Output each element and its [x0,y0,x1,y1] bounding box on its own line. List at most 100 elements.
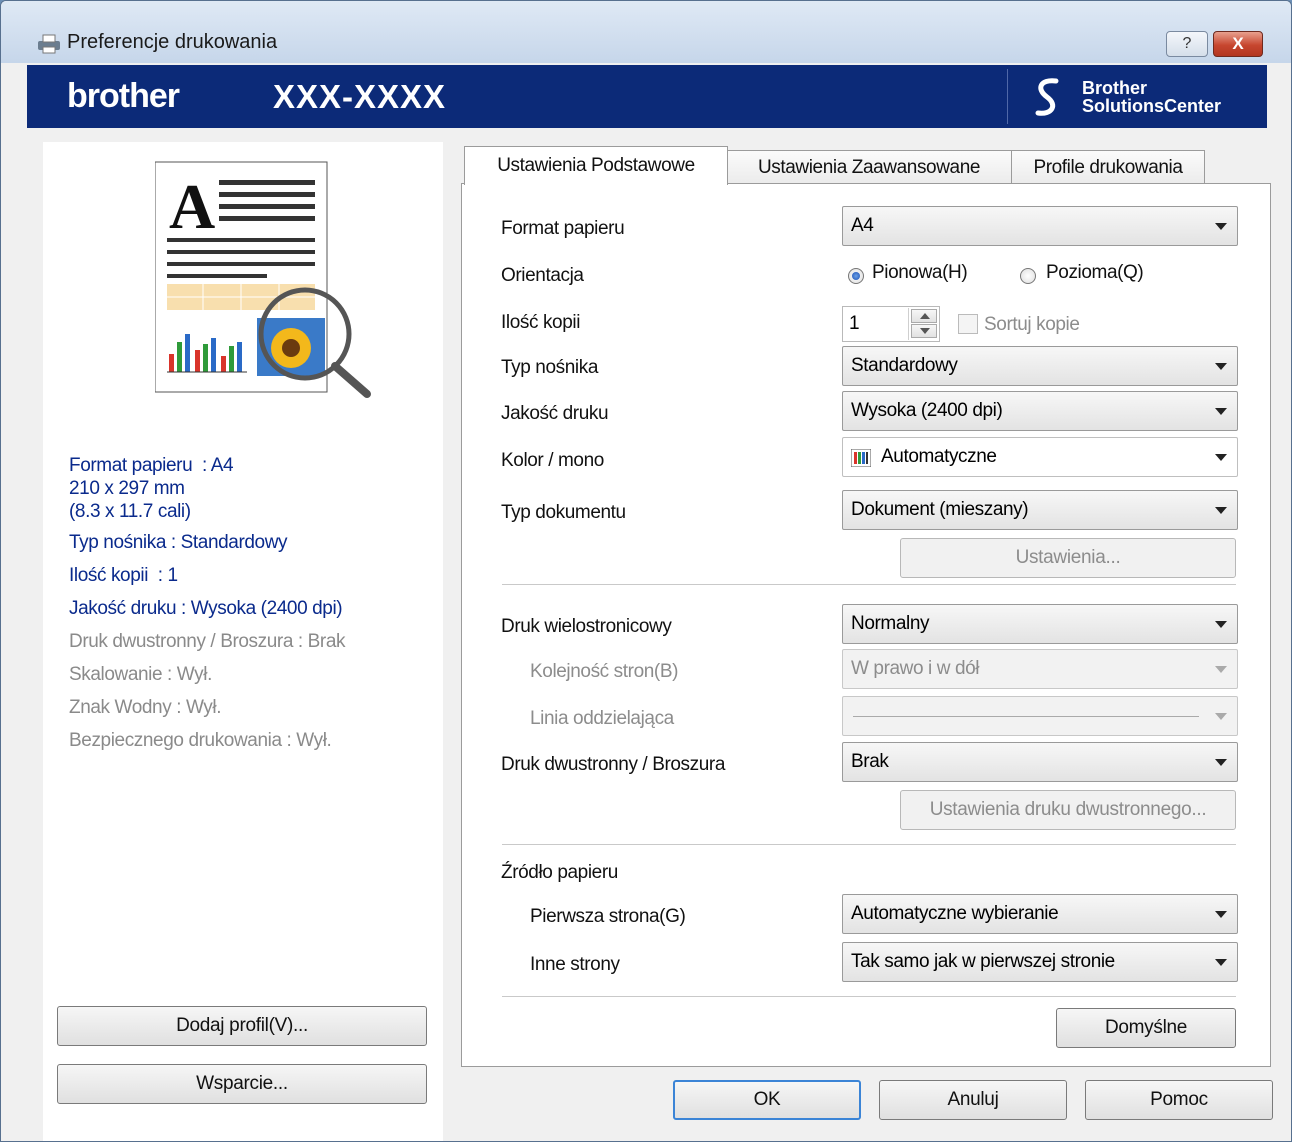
portrait-radio[interactable] [848,268,864,284]
duplex-settings-button[interactable]: Ustawienia druku dwustronnego... [900,790,1236,830]
tab-basic-settings[interactable]: Ustawienia Podstawowe [464,146,728,185]
color-mono-label: Kolor / mono [501,450,604,471]
duplex-select[interactable]: Brak [842,742,1238,782]
page-order-value: W prawo i w dół [851,658,980,679]
page-order-select[interactable]: W prawo i w dół [842,649,1238,689]
color-mono-select[interactable]: Automatyczne [842,437,1238,477]
solutions-center-icon [1035,78,1059,116]
other-pages-value: Tak samo jak w pierwszej stronie [851,951,1115,972]
solutions-center-button[interactable]: Brother SolutionsCenter [1007,69,1261,124]
first-page-value: Automatyczne wybieranie [851,903,1059,924]
close-window-button[interactable]: X [1213,31,1263,57]
close-icon: X [1232,34,1244,53]
color-icon [851,449,871,467]
settings-summary: Format papieru : A4 210 x 297 mm (8.3 x … [69,454,346,752]
chevron-down-icon [1215,666,1227,673]
tab-advanced-settings[interactable]: Ustawienia Zaawansowane [726,150,1012,184]
chevron-down-icon [1215,507,1227,514]
support-button[interactable]: Wsparcie... [57,1064,427,1104]
other-pages-select[interactable]: Tak samo jak w pierwszej stronie [842,942,1238,982]
media-type-select[interactable]: Standardowy [842,346,1238,386]
window-title: Preferencje drukowania [67,31,278,53]
collate-label[interactable]: Sortuj kopie [984,314,1080,336]
document-settings-label: Ustawienia... [1015,547,1121,568]
print-preferences-window: Preferencje drukowania ? X brother XXX-X… [0,0,1292,1142]
first-page-select[interactable]: Automatyczne wybieranie [842,894,1238,934]
copies-stepper[interactable] [908,308,939,340]
print-quality-select[interactable]: Wysoka (2400 dpi) [842,391,1238,431]
color-mono-value: Automatyczne [881,446,997,467]
multiple-page-select[interactable]: Normalny [842,604,1238,644]
document-settings-button[interactable]: Ustawienia... [900,538,1236,578]
media-type-value: Standardowy [851,355,958,376]
divider [502,844,1236,845]
document-type-label: Typ dokumentu [501,502,626,523]
paper-size-label: Format papieru [501,218,625,239]
chevron-down-icon [1215,911,1227,918]
duplex-value: Brak [851,751,889,772]
tab-label: Ustawienia Zaawansowane [757,156,981,178]
help-title-button[interactable]: ? [1166,31,1208,57]
summary-line: 210 x 297 mm [69,478,185,499]
title-bar: Preferencje drukowania ? X [1,1,1291,63]
divider [502,584,1236,585]
document-type-value: Dokument (mieszany) [851,499,1029,520]
border-line-label: Linia oddzielająca [530,708,674,729]
svg-text:A: A [169,171,215,242]
paper-source-label: Źródło papieru [501,862,618,883]
paper-size-select[interactable]: A4 [842,206,1238,246]
solutions-line2: SolutionsCenter [1082,96,1222,116]
add-profile-button[interactable]: Dodaj profil(V)... [57,1006,427,1046]
landscape-label[interactable]: Pozioma(Q) [1046,262,1144,284]
duplex-settings-label: Ustawienia druku dwustronnego... [929,799,1207,820]
help-button[interactable]: Pomoc [1085,1080,1273,1120]
chevron-down-icon [1215,363,1227,370]
support-label: Wsparcie... [196,1073,288,1094]
chevron-down-icon [1215,621,1227,628]
increment-icon[interactable] [911,309,937,323]
summary-line: Znak Wodny : Wył. [69,697,222,718]
default-button[interactable]: Domyślne [1056,1008,1236,1048]
summary-line: Format papieru : A4 [69,455,234,476]
chevron-down-icon [1215,713,1227,720]
portrait-label[interactable]: Pionowa(H) [872,262,968,284]
copies-value: 1 [849,313,860,334]
brother-logo: brother [67,77,180,115]
print-quality-label: Jakość druku [501,403,609,424]
ok-label: OK [753,1089,781,1110]
media-type-label: Typ nośnika [501,357,598,378]
chevron-down-icon [1215,759,1227,766]
summary-line: (8.3 x 11.7 cali) [69,501,191,522]
summary-line: Typ nośnika : Standardowy [69,532,288,553]
document-type-select[interactable]: Dokument (mieszany) [842,490,1238,530]
duplex-label: Druk dwustronny / Broszura [501,754,726,775]
summary-line: Ilość kopii : 1 [69,565,178,586]
default-label: Domyślne [1104,1017,1188,1038]
first-page-label: Pierwsza strona(G) [530,906,686,927]
chevron-down-icon [1215,223,1227,230]
summary-line: Druk dwustronny / Broszura : Brak [69,631,346,652]
multiple-page-value: Normalny [851,613,930,634]
copies-label: Ilość kopii [501,312,581,333]
decrement-icon[interactable] [911,324,937,338]
add-profile-label: Dodaj profil(V)... [176,1015,308,1036]
orientation-label: Orientacja [501,265,584,286]
tab-print-profiles[interactable]: Profile drukowania [1011,150,1205,184]
chevron-down-icon [1215,408,1227,415]
chevron-down-icon [1215,454,1227,461]
paper-size-value: A4 [851,215,874,236]
solutions-center-label: Brother SolutionsCenter [1082,79,1221,115]
page-order-label: Kolejność stron(B) [530,661,679,682]
collate-checkbox[interactable] [958,314,978,334]
cancel-button[interactable]: Anuluj [879,1080,1067,1120]
landscape-radio[interactable] [1020,268,1036,284]
print-quality-value: Wysoka (2400 dpi) [851,400,1003,421]
summary-line: Jakość druku : Wysoka (2400 dpi) [69,598,343,619]
settings-summary-panel: A Format papieru: A4 210 x 297 mm (8.3 … [43,142,443,1141]
cancel-label: Anuluj [947,1089,999,1110]
solutions-line1: Brother [1082,78,1148,98]
question-icon: ? [1182,35,1192,52]
ok-button[interactable]: OK [673,1080,861,1120]
border-line-select[interactable] [842,696,1238,736]
other-pages-label: Inne strony [530,954,620,975]
